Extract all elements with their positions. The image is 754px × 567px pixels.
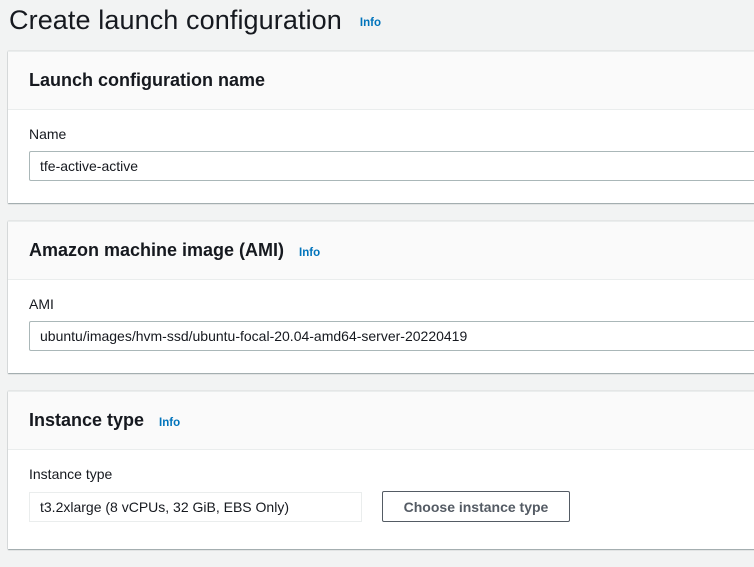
instance-type-info-link[interactable]: Info <box>159 417 180 429</box>
ami-label: AMI <box>29 296 54 312</box>
instance-type-value: t3.2xlarge (8 vCPUs, 32 GiB, EBS Only) <box>29 491 362 522</box>
ami-input[interactable] <box>29 321 754 351</box>
choose-instance-type-button[interactable]: Choose instance type <box>382 491 570 522</box>
page-header: Create launch configuration Info <box>9 0 381 40</box>
panel-title: Launch configuration name <box>29 70 266 90</box>
name-input[interactable] <box>29 151 754 181</box>
panel-header: Instance type Info <box>8 392 754 450</box>
panel-header: Amazon machine image (AMI) Info <box>8 222 754 280</box>
ami-panel: Amazon machine image (AMI) Info AMI <box>8 221 754 373</box>
panel-body: AMI <box>8 280 754 351</box>
panel-title: Amazon machine image (AMI) <box>29 240 285 260</box>
name-label: Name <box>29 126 67 142</box>
launch-configuration-name-panel: Launch configuration name Name <box>8 51 754 203</box>
instance-type-label: Instance type <box>29 466 113 482</box>
page-title: Create launch configuration <box>9 4 342 35</box>
page-info-link[interactable]: Info <box>360 17 381 29</box>
instance-type-panel: Instance type Info Instance type t3.2xla… <box>8 391 754 549</box>
panel-title: Instance type <box>29 410 145 430</box>
panel-header: Launch configuration name <box>8 52 754 110</box>
panel-body: Instance type t3.2xlarge (8 vCPUs, 32 Gi… <box>8 450 754 522</box>
instance-type-row: t3.2xlarge (8 vCPUs, 32 GiB, EBS Only) C… <box>29 491 754 522</box>
ami-info-link[interactable]: Info <box>299 247 320 259</box>
panel-body: Name <box>8 110 754 181</box>
